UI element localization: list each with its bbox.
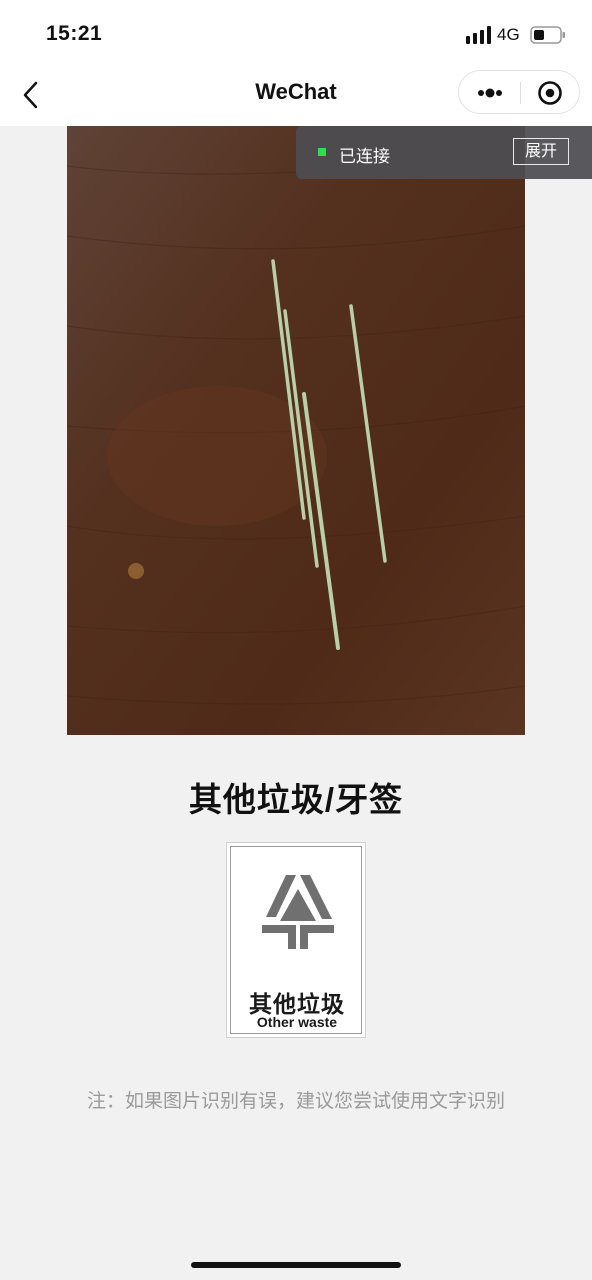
home-indicator[interactable] xyxy=(191,1262,401,1268)
battery-icon xyxy=(530,26,565,44)
waste-category-sign: 其他垃圾 Other waste xyxy=(226,842,366,1038)
network-type: 4G xyxy=(497,25,520,44)
signal-icon xyxy=(466,26,491,44)
nav-bar: WeChat xyxy=(0,64,592,126)
expand-button[interactable]: 展开 xyxy=(513,138,569,165)
connection-banner: 已连接 展开 xyxy=(296,126,592,179)
close-button[interactable] xyxy=(521,71,581,115)
status-bar: 15:21 4G xyxy=(0,0,592,64)
status-time: 15:21 xyxy=(46,22,103,45)
hint-note: 注：如果图片识别有误，建议您尝试使用文字识别 xyxy=(86,1091,505,1112)
close-icon xyxy=(538,81,562,105)
connected-dot-icon xyxy=(318,148,326,156)
more-button[interactable] xyxy=(459,71,519,115)
sign-label-en: Other waste xyxy=(256,1014,338,1030)
more-icon xyxy=(478,88,502,98)
menu-capsule xyxy=(458,70,580,114)
result-title: 其他垃圾/牙签 xyxy=(188,781,404,818)
sign-frame: 其他垃圾 Other waste xyxy=(230,846,362,1034)
connection-status: 已连接 xyxy=(339,147,390,166)
other-waste-icon xyxy=(262,875,334,949)
uploaded-photo xyxy=(67,126,525,735)
